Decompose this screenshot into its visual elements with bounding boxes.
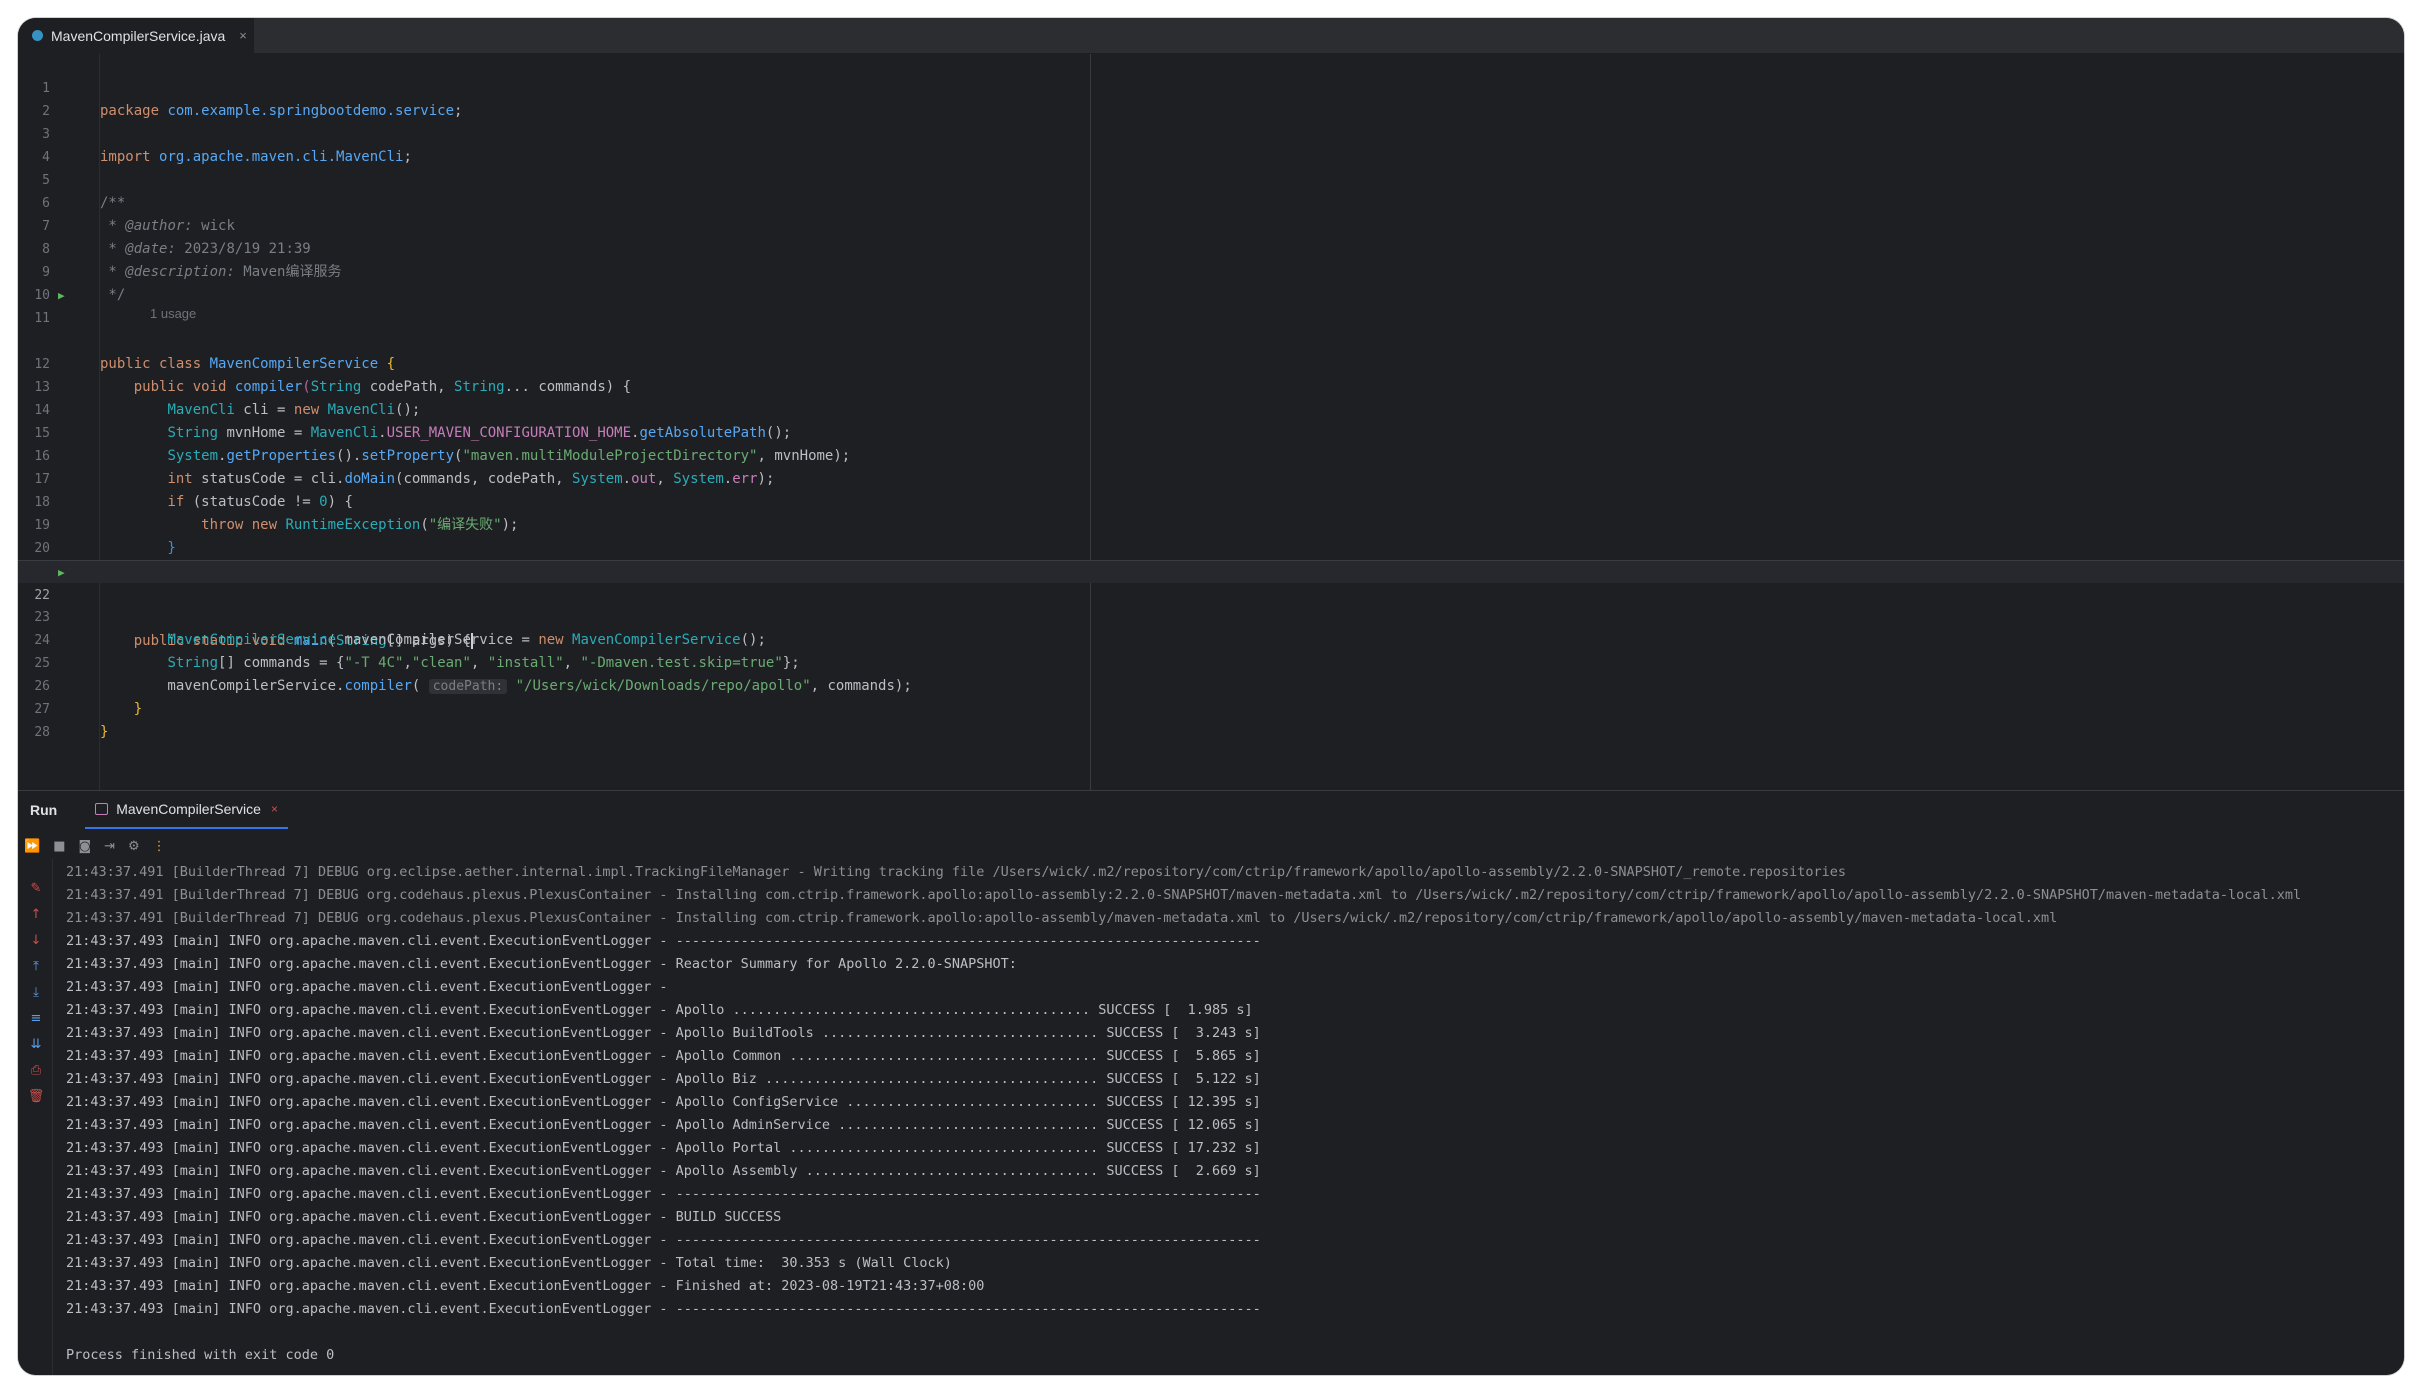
run-panel-header: Run MavenCompilerService ×: [18, 791, 2404, 829]
print-icon[interactable]: ⎙: [24, 1063, 48, 1089]
code-line[interactable]: 16 int statusCode = cli.doMain(commands,…: [18, 422, 2404, 487]
code-line[interactable]: 3 import org.apache.maven.cli.MavenCli;: [18, 100, 2404, 165]
run-tab-maven-compiler-service[interactable]: MavenCompilerService ×: [85, 791, 288, 829]
code-line[interactable]: 8 * @description: Maven编译服务: [18, 215, 2404, 280]
console-line: 21:43:37.491 [BuilderThread 7] DEBUG org…: [66, 887, 2302, 903]
console-output[interactable]: 21:43:37.491 [BuilderThread 7] DEBUG org…: [66, 861, 2396, 1369]
console-line: 21:43:37.493 [main] INFO org.apache.mave…: [66, 1232, 1261, 1248]
code-line[interactable]: 4: [18, 123, 2404, 165]
code-editor[interactable]: 1 package com.example.springbootdemo.ser…: [18, 54, 2404, 790]
code-line[interactable]: 28: [18, 698, 2404, 740]
run-panel-title: Run: [30, 802, 58, 818]
run-config-icon: [95, 803, 109, 815]
down-icon[interactable]: ↓: [24, 933, 48, 959]
console-line: 21:43:37.493 [main] INFO org.apache.mave…: [66, 956, 1017, 972]
console-line: 21:43:37.493 [main] INFO org.apache.mave…: [66, 933, 1261, 949]
code-line[interactable]: 17 if (statusCode != 0) {: [18, 445, 2404, 510]
code-line[interactable]: 18 throw new RuntimeException("编译失败");: [18, 468, 2404, 533]
delete-icon[interactable]: 🗑: [24, 1089, 48, 1115]
line-number: 11: [34, 311, 50, 326]
code-line[interactable]: 15 System.getProperties().setProperty("m…: [18, 399, 2404, 464]
console-line: 21:43:37.493 [main] INFO org.apache.mave…: [66, 1002, 1253, 1018]
close-icon[interactable]: ×: [239, 28, 247, 43]
pin-icon[interactable]: ✎: [24, 881, 48, 907]
editor-tab-label: MavenCompilerService.java: [51, 27, 226, 44]
run-gutter-icon[interactable]: ▶: [58, 284, 65, 307]
code-line[interactable]: 13 MavenCli cli = new MavenCli();: [18, 353, 2404, 418]
code-line[interactable]: 11 ▶ public class MavenCompilerService {: [18, 284, 2404, 372]
console-line: 21:43:37.493 [main] INFO org.apache.mave…: [66, 1255, 952, 1271]
code-line[interactable]: 5 /**: [18, 146, 2404, 211]
console-line: 21:43:37.493 [main] INFO org.apache.mave…: [66, 1117, 1261, 1133]
line-number: 28: [34, 725, 50, 740]
console-line: 21:43:37.493 [main] INFO org.apache.mave…: [66, 1163, 1261, 1179]
editor-tab-bar: MavenCompilerService.java ×: [18, 18, 2404, 54]
code-line[interactable]: 27 }: [18, 675, 2404, 740]
console-line: 21:43:37.493 [main] INFO org.apache.mave…: [66, 1071, 1261, 1087]
code-line[interactable]: 1 package com.example.springbootdemo.ser…: [18, 54, 2404, 119]
editor-tab-maven-compiler-service[interactable]: MavenCompilerService.java ×: [18, 18, 254, 53]
console-line: 21:43:37.493 [main] INFO org.apache.mave…: [66, 1278, 985, 1294]
code-line-current[interactable]: 22 ▶ public static void main(String[] ar…: [18, 560, 2404, 649]
java-class-icon: [32, 30, 43, 41]
soft-wrap-icon[interactable]: ≡: [24, 1011, 48, 1037]
code-line[interactable]: 21: [18, 537, 2404, 579]
console-line: 21:43:37.491 [BuilderThread 7] DEBUG org…: [66, 864, 1846, 880]
exit-icon[interactable]: ⇥: [104, 839, 115, 854]
scroll-down-icon[interactable]: ⤓: [24, 985, 48, 1011]
console-line: Process finished with exit code 0: [66, 1347, 335, 1363]
close-icon[interactable]: ×: [271, 802, 278, 816]
code-text: }: [100, 724, 109, 740]
code-line[interactable]: 2: [18, 77, 2404, 119]
code-line[interactable]: 19 }: [18, 491, 2404, 556]
code-line[interactable]: 9 */: [18, 238, 2404, 303]
console-line: 21:43:37.493 [main] INFO org.apache.mave…: [66, 1140, 1261, 1156]
console-line: 21:43:37.493 [main] INFO org.apache.mave…: [66, 1186, 1261, 1202]
code-line[interactable]: 25 mavenCompilerService.compiler( codePa…: [18, 629, 2404, 694]
console-line: 21:43:37.493 [main] INFO org.apache.mave…: [66, 1301, 1261, 1317]
scroll-up-icon[interactable]: ⤒: [24, 959, 48, 985]
usage-hint[interactable]: 1 usage: [150, 306, 196, 321]
code-line[interactable]: 14 String mvnHome = MavenCli.USER_MAVEN_…: [18, 376, 2404, 441]
stop-icon[interactable]: ■: [53, 839, 65, 854]
console-side-toolbar: ✎ ↑ ↓ ⤒ ⤓ ≡ ⇊ ⎙ 🗑: [24, 881, 48, 1115]
sort-icon[interactable]: ⇊: [24, 1037, 48, 1063]
run-tool-window: Run MavenCompilerService × ⏩ ■ ◙ ⇥ ⚙ ⋮ ✎…: [18, 790, 2404, 1375]
code-line[interactable]: 6 * @author: wick: [18, 169, 2404, 234]
code-line[interactable]: 7 * @date: 2023/8/19 21:39: [18, 192, 2404, 257]
console-line: 21:43:37.493 [main] INFO org.apache.mave…: [66, 979, 676, 995]
screenshot-icon[interactable]: ◙: [78, 839, 91, 854]
settings-icon[interactable]: ⚙: [128, 839, 140, 854]
code-line[interactable]: 23 MavenCompilerService mavenCompilerSer…: [18, 583, 2404, 648]
console-line: 21:43:37.493 [main] INFO org.apache.mave…: [66, 1025, 1261, 1041]
up-icon[interactable]: ↑: [24, 907, 48, 933]
more-icon[interactable]: ⋮: [153, 839, 166, 854]
console-line: 21:43:37.493 [main] INFO org.apache.mave…: [66, 1209, 782, 1225]
code-line[interactable]: 10: [18, 261, 2404, 303]
code-line[interactable]: 12 public void compiler(String codePath,…: [18, 330, 2404, 395]
console-line: 21:43:37.493 [main] INFO org.apache.mave…: [66, 1048, 1261, 1064]
rerun-icon[interactable]: ⏩: [24, 839, 40, 854]
console-line: 21:43:37.491 [BuilderThread 7] DEBUG org…: [66, 910, 2058, 926]
code-line[interactable]: 26 }: [18, 652, 2404, 717]
console-line: 21:43:37.493 [main] INFO org.apache.mave…: [66, 1094, 1261, 1110]
run-tab-label: MavenCompilerService: [116, 801, 261, 817]
run-toolbar: ⏩ ■ ◙ ⇥ ⚙ ⋮: [18, 833, 2404, 859]
console-side-divider: [52, 859, 53, 1375]
run-gutter-icon[interactable]: ▶: [58, 561, 65, 584]
code-line[interactable]: 24 String[] commands = {"-T 4C","clean",…: [18, 606, 2404, 671]
ide-window: MavenCompilerService.java × 1 package co…: [18, 18, 2404, 1375]
code-line[interactable]: 20 }: [18, 514, 2404, 579]
